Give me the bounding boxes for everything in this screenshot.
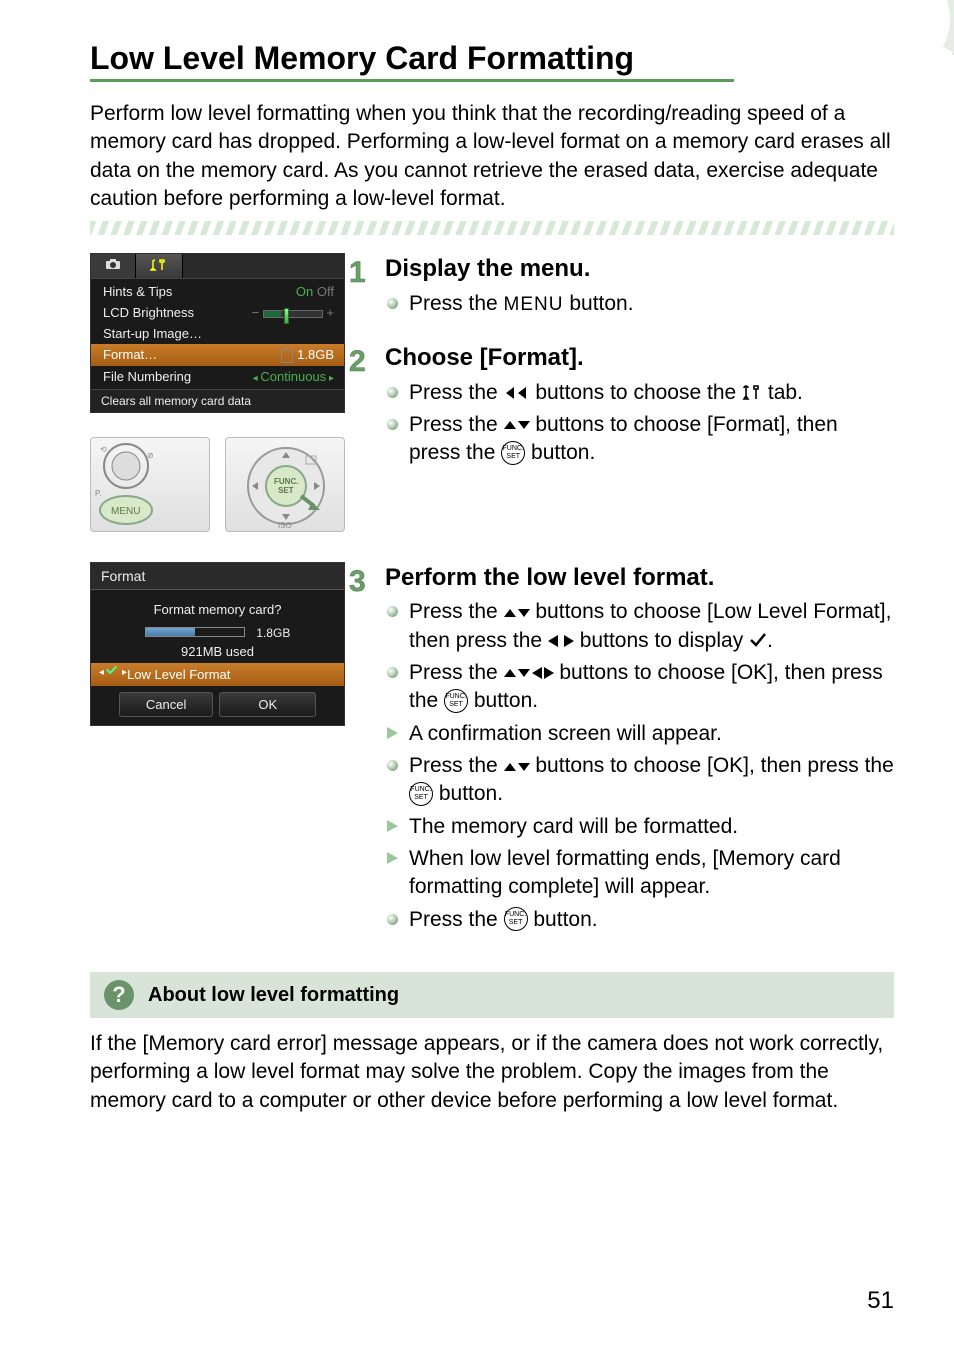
left-right-icon [504, 384, 530, 402]
up-down-icon [504, 758, 530, 776]
left-column-a: Hints & Tips On Off LCD Brightness − + S… [90, 253, 345, 532]
left-right-icon [548, 632, 574, 650]
tools-icon [150, 258, 168, 272]
up-down-left-right-icon [504, 664, 554, 682]
menu-row-filenum: File Numbering ◂ Continuous ▸ [91, 366, 344, 387]
menu-button-label: MENU [504, 294, 564, 315]
intro-paragraph: Perform low level formatting when you th… [90, 100, 894, 213]
low-level-format-label: Low Level Format [127, 667, 230, 682]
step-1: 1 Display the menu. Press the MENU butto… [385, 253, 894, 318]
menu-row-startup: Start-up Image… [91, 323, 344, 344]
format-question: Format memory card? [99, 602, 336, 617]
step-number-1: 1 [349, 253, 366, 294]
step-2-heading: Choose [Format]. [385, 342, 894, 374]
tools-tab-icon [742, 384, 762, 402]
hints-label: Hints & Tips [103, 284, 172, 299]
hints-value: On Off [296, 284, 334, 299]
step-3-item-1: Press the buttons to choose [Low Level F… [385, 598, 894, 655]
divider-hatch [90, 221, 894, 235]
check-icon [106, 663, 117, 674]
control-illustrations: ⟲ ⊘ P. MENU FUNC. SET [90, 427, 345, 532]
menu-row-format: Format… 1.8GB [91, 344, 344, 366]
step-2: 2 Choose [Format]. Press the buttons to … [385, 342, 894, 467]
steps-3: 3 Perform the low level format. Press th… [385, 562, 894, 958]
memory-card-icon [281, 349, 293, 363]
tab-camera [91, 254, 136, 278]
format-used: 921MB used [99, 644, 336, 659]
up-down-icon [504, 604, 530, 622]
startup-label: Start-up Image… [103, 326, 202, 341]
question-mark-icon: ? [104, 980, 134, 1010]
lcd-value: − + [252, 305, 334, 320]
step-3-heading: Perform the low level format. [385, 562, 894, 594]
step-1-heading: Display the menu. [385, 253, 894, 285]
steps-1-2: 1 Display the menu. Press the MENU butto… [385, 253, 894, 491]
menu-footer: Clears all memory card data [91, 389, 344, 412]
low-level-format-row: ◂ ▸ Low Level Format [91, 663, 344, 686]
about-body: If the [Memory card error] message appea… [90, 1030, 894, 1115]
svg-text:SET: SET [278, 486, 294, 495]
step-1-item-1: Press the MENU button. [385, 290, 894, 318]
tab-tools [136, 254, 183, 278]
funcset-icon: FUNC.SET [444, 689, 468, 713]
step-2-item-2: Press the buttons to choose [Format], th… [385, 411, 894, 468]
filenum-value: ◂ Continuous ▸ [253, 369, 334, 384]
funcset-dial-icon: FUNC. SET ISO [226, 438, 346, 533]
step-3: 3 Perform the low level format. Press th… [385, 562, 894, 934]
menu-button-illustration: ⟲ ⊘ P. MENU [90, 437, 210, 532]
up-down-icon [504, 416, 530, 434]
tab-bar [91, 254, 344, 279]
svg-text:⊘: ⊘ [147, 451, 154, 460]
svg-text:MENU: MENU [111, 506, 140, 517]
about-heading-bar: ? About low level formatting [90, 972, 894, 1018]
svg-text:FUNC.: FUNC. [274, 477, 298, 486]
content-grid: Hints & Tips On Off LCD Brightness − + S… [90, 253, 894, 958]
menu-row-hints: Hints & Tips On Off [91, 281, 344, 302]
step-3-item-5: The memory card will be formatted. [385, 813, 894, 841]
step-3-item-4: Press the buttons to choose [OK], then p… [385, 752, 894, 809]
funcset-icon: FUNC.SET [501, 441, 525, 465]
step-3-item-7: Press the FUNC.SET button. [385, 906, 894, 934]
page-number: 51 [867, 1287, 894, 1315]
page-container: Low Level Memory Card Formatting Perform… [0, 0, 954, 1115]
cancel-button: Cancel [119, 692, 213, 717]
step-3-item-3: A confirmation screen will appear. [385, 720, 894, 748]
svg-text:⟲: ⟲ [100, 445, 107, 454]
format-value: 1.8GB [281, 347, 334, 363]
check-icon [749, 632, 767, 650]
menu-dial-icon: ⟲ ⊘ P. MENU [91, 438, 211, 533]
camera-icon [105, 258, 121, 270]
step-3-item-2: Press the buttons to choose [OK], then p… [385, 659, 894, 716]
funcset-button-illustration: FUNC. SET ISO [225, 437, 345, 532]
step-2-item-1: Press the buttons to choose the tab. [385, 379, 894, 407]
filenum-label: File Numbering [103, 369, 191, 384]
lcd-label: LCD Brightness [103, 305, 194, 320]
step-3-item-6: When low level formatting ends, [Memory … [385, 845, 894, 902]
funcset-icon: FUNC.SET [409, 782, 433, 806]
funcset-icon: FUNC.SET [504, 907, 528, 931]
format-label: Format… [103, 347, 157, 363]
format-dialog-screenshot: Format Format memory card? 1.8GB 921MB u… [90, 562, 345, 726]
svg-text:ISO: ISO [278, 521, 292, 530]
format-dialog-title: Format [91, 563, 344, 590]
page-title: Low Level Memory Card Formatting [90, 40, 734, 82]
step-number-2: 2 [349, 342, 366, 383]
step-number-3: 3 [349, 562, 366, 603]
format-size: 1.8GB [256, 626, 290, 640]
svg-text:P.: P. [95, 489, 102, 498]
about-heading: About low level formatting [148, 984, 399, 1007]
usage-bar-icon [145, 627, 245, 637]
ok-button: OK [219, 692, 316, 717]
menu-list: Hints & Tips On Off LCD Brightness − + S… [91, 279, 344, 389]
menu-row-lcd: LCD Brightness − + [91, 302, 344, 323]
menu-screenshot: Hints & Tips On Off LCD Brightness − + S… [90, 253, 345, 413]
